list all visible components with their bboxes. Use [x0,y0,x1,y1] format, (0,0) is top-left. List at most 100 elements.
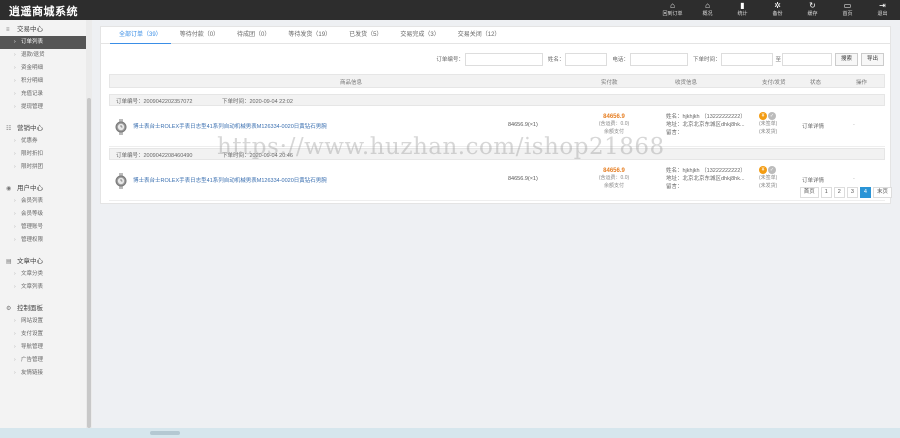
sidebar-item[interactable]: › 充值记录 [0,88,86,101]
sidebar-item[interactable]: › 广告管理 [0,354,86,367]
order-tab[interactable]: 交易完成（3） [391,30,448,44]
sidebar-item[interactable]: › 管理权限 [0,234,86,247]
sidebar-item-label: 资金明细 [21,65,44,71]
chevron-right-icon: › [14,237,16,243]
pay-status-icon[interactable]: ¥ [759,112,767,120]
sidebar-item[interactable]: › 网站设置 [0,315,86,328]
ship-status-icon[interactable]: ✓ [768,112,776,120]
toolbar-button-2[interactable]: ▮ 统计 [725,0,760,20]
toolbar: ⌂ 回到订单 ⌂ 概况 ▮ 统计 ✲ 备份 ↻ 缓存 ▭ 首页 ⇥ 退出 [655,0,900,20]
product-thumbnail[interactable] [115,173,127,189]
sidebar-group-title[interactable]: ≡ 交易中心 [0,24,86,36]
sidebar-group-title[interactable]: ⚙ 控制面板 [0,303,86,315]
paid-amount-cell: 84656.9 (含运费：0.0) 余额支付 [589,114,639,136]
product-title-link[interactable]: 博士表台士ROLEX手表日志型41系列自动机械男表M126334-0020日黄钻… [133,122,327,130]
order-detail-link[interactable]: 订单详情 [802,122,824,130]
order-body: 博士表台士ROLEX手表日志型41系列自动机械男表M126334-0020日黄钻… [109,106,885,147]
receiver-name: 姓名：hjkhjkh （13222222222） [666,114,746,120]
chevron-right-icon: › [14,78,16,84]
chevron-right-icon: › [14,271,16,277]
sidebar-item-label: 限时拼团 [21,164,44,170]
sidebar-item[interactable]: › 会员等级 [0,208,86,221]
ship-status-icon[interactable]: ✓ [768,166,776,174]
sidebar-item[interactable]: › 支付设置 [0,328,86,341]
sidebar-item[interactable]: › 导航管理 [0,341,86,354]
sidebar-item-label: 优惠券 [21,138,38,144]
order-detail-link[interactable]: 订单详情 [802,176,824,184]
toolbar-label: 概况 [702,11,713,17]
page-button[interactable]: 1 [820,187,832,198]
phone-input[interactable] [629,52,688,66]
chevron-right-icon: › [14,39,16,45]
sidebar-item[interactable]: › 提现管理 [0,101,86,114]
chevron-right-icon: › [14,344,16,350]
order-tab[interactable]: 等待发货（19） [279,30,340,44]
product-thumbnail[interactable] [115,119,127,135]
export-button[interactable]: 导出 [860,52,884,66]
sidebar-group-title[interactable]: ▤ 文章中心 [0,256,86,268]
file-icon: ▤ [6,259,12,265]
page-button[interactable]: 2 [833,187,845,198]
toolbar-button-4[interactable]: ↻ 缓存 [795,0,830,20]
sidebar-item[interactable]: › 限时拼团 [0,161,86,174]
toolbar-button-0[interactable]: ⌂ 回到订单 [655,0,690,20]
sidebar-item[interactable]: › 订单列表 [0,36,86,49]
sidebar-item[interactable]: › 文章分类 [0,268,86,281]
start-date-input[interactable] [721,52,774,66]
sidebar-item[interactable]: › 限时折扣 [0,148,86,161]
toolbar-button-3[interactable]: ✲ 备份 [760,0,795,20]
receiver-info: 姓名：hjkhjkh （13222222222） 地址：北京北京东城区dhkj8h… [666,113,746,137]
chevron-right-icon: › [14,65,16,71]
order-time: 下单时间：2020-09-04 22:02 [222,99,293,105]
scrollbar-thumb[interactable] [87,98,91,428]
order-tab[interactable]: 待成团（0） [228,30,279,44]
sidebar-item[interactable]: › 退款/退货 [0,49,86,62]
sidebar-item[interactable]: › 优惠券 [0,135,86,148]
sidebar-group-title[interactable]: ☷ 营销中心 [0,123,86,135]
pagination: 首页 1 2 3 4 末页 [798,187,892,198]
chevron-right-icon: › [14,164,16,170]
order-no-input[interactable] [464,52,543,66]
sidebar-scrollbar[interactable] [86,20,92,428]
chart-icon: ▮ [740,1,745,10]
product-title-link[interactable]: 博士表台士ROLEX手表日志型41系列自动机械男表M126334-0020日黄钻… [133,176,327,184]
sidebar-group-title[interactable]: ◉ 用户中心 [0,183,86,195]
order-tab[interactable]: 全部订单（39） [110,30,171,44]
paid-amount-cell: 84656.9 (含运费：0.0) 余额支付 [589,168,639,190]
page-button[interactable]: 4 [859,187,871,198]
horizontal-scrollbar[interactable] [0,428,900,438]
page-button[interactable]: 3 [846,187,858,198]
table-header: 商品信息 实付款 收货信息 支付/发货 状态 操作 [109,74,885,88]
sidebar-group-label: 交易中心 [17,26,43,33]
col-product: 商品信息 [340,80,363,86]
name-input[interactable] [565,52,608,66]
toolbar-button-5[interactable]: ▭ 首页 [830,0,865,20]
end-date-input[interactable] [781,52,832,66]
logout-icon: ⇥ [879,1,886,10]
col-state: 状态 [810,80,822,86]
sidebar-item-label: 会员等级 [21,211,44,217]
sidebar-item-label: 文章列表 [21,284,44,290]
order-meta-bar: 订单编号：2009042202357072 下单时间：2020-09-04 22:… [109,94,885,106]
page-button[interactable]: 首页 [799,187,819,198]
scrollbar-thumb[interactable] [150,431,180,435]
sidebar-item[interactable]: › 文章列表 [0,281,86,294]
sidebar-item-label: 限时折扣 [21,151,44,157]
sidebar-item[interactable]: › 会员列表 [0,195,86,208]
order-tab[interactable]: 交易关闭（12） [449,30,510,44]
toolbar-label: 备份 [772,11,783,17]
pay-status-icon[interactable]: ¥ [759,166,767,174]
search-button[interactable]: 搜索 [834,52,858,66]
order-tab[interactable]: 等待付款（0） [171,30,228,44]
sidebar-item[interactable]: › 积分明细 [0,75,86,88]
receiver-note: 留言： [666,184,683,190]
toolbar-button-1[interactable]: ⌂ 概况 [690,0,725,20]
home-icon: ⌂ [705,1,710,10]
toolbar-button-6[interactable]: ⇥ 退出 [865,0,900,20]
order-number: 订单编号：2009042208460490 [116,153,193,159]
sidebar-item[interactable]: › 友情链接 [0,367,86,380]
sidebar-item[interactable]: › 管理账号 [0,221,86,234]
order-tab[interactable]: 已发货（5） [340,30,391,44]
sidebar-item[interactable]: › 资金明细 [0,62,86,75]
page-button[interactable]: 末页 [872,187,892,198]
